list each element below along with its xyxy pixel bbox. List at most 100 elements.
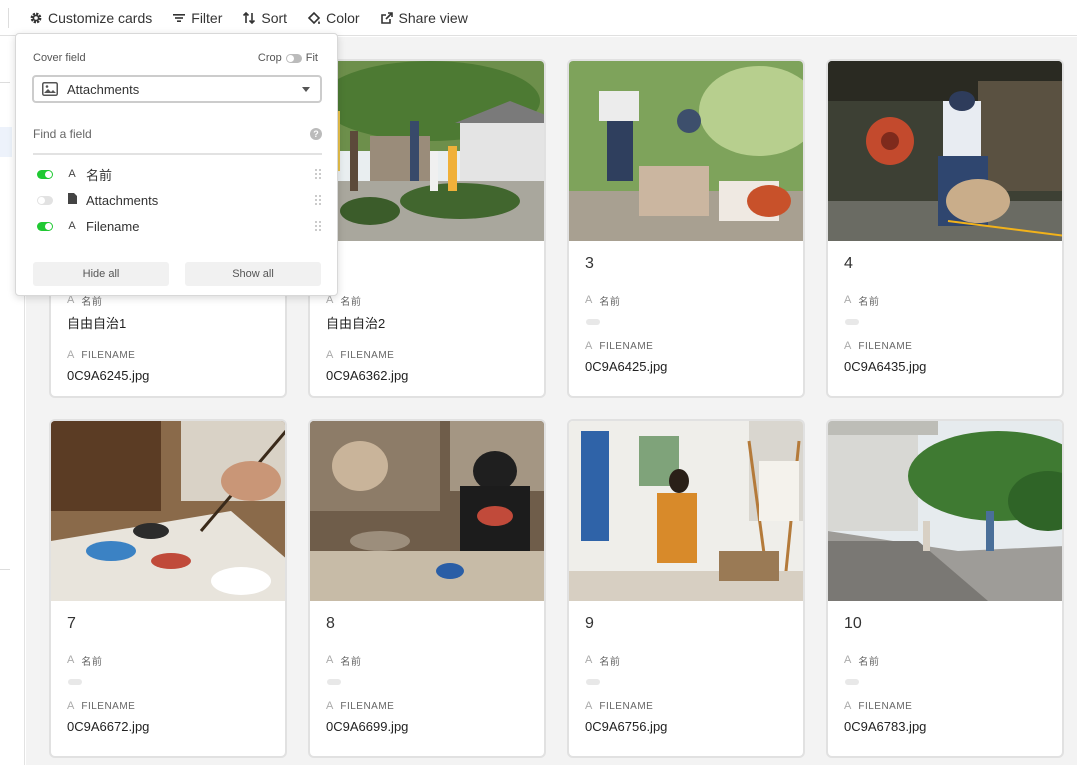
paint-bucket-icon <box>307 11 321 25</box>
cover-field-header: Cover field Crop Fit <box>33 52 318 64</box>
gallery-card[interactable]: 3 A 名前 A FILENAME 0C9A6425.jpg <box>567 59 805 398</box>
text-field-icon: A <box>67 700 75 712</box>
card-title: 8 <box>326 615 335 632</box>
rail-divider <box>0 82 10 83</box>
field-row[interactable]: Attachments <box>37 190 322 210</box>
rail-selected-item[interactable] <box>0 127 12 157</box>
gallery-card[interactable]: 7 A 名前 A FILENAME 0C9A6672.jpg <box>49 419 287 758</box>
field-value-name: 自由自治2 <box>326 316 386 331</box>
field-name: Filename <box>86 218 140 234</box>
crop-fit-switch[interactable] <box>285 53 302 63</box>
text-field-icon: A <box>326 349 334 361</box>
field-label-name: A 名前 <box>67 654 103 668</box>
text-field-icon: A <box>326 700 334 712</box>
field-label-name: A 名前 <box>844 654 880 668</box>
text-icon: A <box>68 168 76 180</box>
text-field-icon: A <box>585 340 593 352</box>
toolbar-divider <box>8 7 9 28</box>
filter-button[interactable]: Filter <box>168 5 226 31</box>
customize-cards-popover: Cover field Crop Fit Attachments Find a … <box>15 33 338 296</box>
card-title: 10 <box>844 615 862 632</box>
field-label-filename: A FILENAME <box>585 340 654 352</box>
find-field-input[interactable]: Find a field ? <box>33 127 322 155</box>
empty-value-pill <box>586 679 600 685</box>
card-title: 3 <box>585 255 594 272</box>
card-title <box>310 241 544 283</box>
cover-image <box>828 61 1062 241</box>
card-title: 7 <box>67 615 76 632</box>
field-value-filename: 0C9A6699.jpg <box>326 719 409 734</box>
cover-image <box>310 61 544 241</box>
field-name: 名前 <box>86 167 113 183</box>
field-visibility-toggle[interactable] <box>37 169 53 179</box>
show-all-button[interactable]: Show all <box>185 262 321 286</box>
field-visibility-toggle[interactable] <box>37 221 53 231</box>
field-label-name: A 名前 <box>585 654 621 668</box>
gallery-card[interactable]: 4 A 名前 A FILENAME 0C9A6435.jpg <box>826 59 1064 398</box>
text-field-icon: A <box>585 294 593 306</box>
cover-image <box>828 421 1062 601</box>
cover-image <box>569 61 803 241</box>
share-view-button[interactable]: Share view <box>376 5 472 31</box>
empty-value-pill <box>845 679 859 685</box>
cover-image <box>569 421 803 601</box>
crop-fit-toggle[interactable]: Crop Fit <box>258 52 318 64</box>
gallery-card[interactable]: 8 A 名前 A FILENAME 0C9A6699.jpg <box>308 419 546 758</box>
customize-cards-button[interactable]: Customize cards <box>25 5 156 31</box>
filter-label: Filter <box>191 9 223 26</box>
field-label-filename: A FILENAME <box>67 349 136 361</box>
attachment-icon <box>67 193 77 207</box>
image-icon <box>42 82 58 96</box>
text-field-icon: A <box>585 654 593 666</box>
text-field-icon: A <box>844 700 852 712</box>
cover-field-select[interactable]: Attachments <box>32 75 322 103</box>
field-row[interactable]: A Filename <box>37 216 322 236</box>
field-label-filename: A FILENAME <box>326 349 395 361</box>
sort-label: Sort <box>261 9 288 26</box>
fit-label: Fit <box>305 52 318 64</box>
empty-value-pill <box>327 679 341 685</box>
text-field-icon: A <box>67 349 75 361</box>
text-field-icon: A <box>67 654 75 666</box>
filter-icon <box>172 11 186 25</box>
field-label-filename: A FILENAME <box>844 340 913 352</box>
find-field-placeholder: Find a field <box>33 127 92 141</box>
field-label-filename: A FILENAME <box>844 700 913 712</box>
field-visibility-toggle[interactable] <box>37 195 53 205</box>
field-value-filename: 0C9A6435.jpg <box>844 359 927 374</box>
field-value-filename: 0C9A6425.jpg <box>585 359 668 374</box>
empty-value-pill <box>586 319 600 325</box>
field-label-name: A 名前 <box>585 294 621 308</box>
field-label-filename: A FILENAME <box>67 700 136 712</box>
field-label-name: A 名前 <box>326 294 362 308</box>
field-label-name: A 名前 <box>326 654 362 668</box>
field-value-filename: 0C9A6672.jpg <box>67 719 150 734</box>
customize-cards-label: Customize cards <box>48 9 153 26</box>
sort-icon <box>242 11 256 25</box>
gallery-card[interactable]: 9 A 名前 A FILENAME 0C9A6756.jpg <box>567 419 805 758</box>
field-row[interactable]: A 名前 <box>37 164 322 184</box>
field-value-filename: 0C9A6783.jpg <box>844 719 927 734</box>
sort-button[interactable]: Sort <box>238 5 291 31</box>
field-value-filename: 0C9A6362.jpg <box>326 368 409 383</box>
gear-icon <box>29 11 43 25</box>
color-button[interactable]: Color <box>303 5 363 31</box>
field-value-name: 自由自治1 <box>67 316 127 331</box>
cover-field-label: Cover field <box>33 52 86 64</box>
cover-image <box>51 421 285 601</box>
crop-label: Crop <box>257 52 282 64</box>
help-icon[interactable]: ? <box>310 128 322 140</box>
field-label-name: A 名前 <box>844 294 880 308</box>
gallery-card[interactable]: 10 A 名前 A FILENAME 0C9A6783.jpg <box>826 419 1064 758</box>
color-label: Color <box>326 9 360 26</box>
drag-handle-icon[interactable] <box>314 194 322 206</box>
field-label-filename: A FILENAME <box>585 700 654 712</box>
text-field-icon: A <box>844 654 852 666</box>
gallery-card[interactable]: A 名前 自由自治2 A FILENAME 0C9A6362.jpg <box>308 59 546 398</box>
drag-handle-icon[interactable] <box>314 220 322 232</box>
hide-all-button[interactable]: Hide all <box>33 262 169 286</box>
text-icon: A <box>68 220 76 232</box>
card-title: 9 <box>585 615 594 632</box>
field-name: Attachments <box>86 192 159 208</box>
drag-handle-icon[interactable] <box>314 168 322 180</box>
